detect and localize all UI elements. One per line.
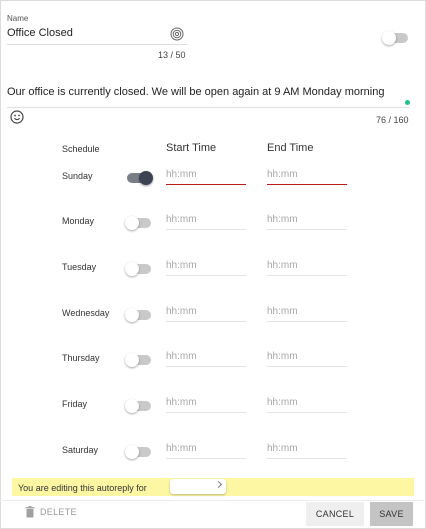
start-time-header: Start Time — [166, 142, 217, 154]
day-label: Wednesday — [62, 308, 110, 318]
message-input[interactable]: Our office is currently closed. We will … — [7, 86, 384, 98]
save-button[interactable]: SAVE — [370, 502, 413, 526]
start-time-underline — [166, 366, 246, 367]
start-time-underline — [166, 184, 246, 185]
end-time-underline — [267, 458, 347, 459]
day-enabled-toggle[interactable] — [125, 445, 151, 459]
start-time-input[interactable]: hh:mm — [166, 260, 197, 271]
day-enabled-toggle[interactable] — [125, 216, 151, 230]
trash-icon — [25, 506, 35, 518]
name-label: Name — [7, 14, 29, 23]
end-time-input[interactable]: hh:mm — [267, 351, 298, 362]
message-underline — [7, 107, 410, 108]
emoji-smile-icon[interactable] — [10, 110, 24, 124]
start-time-input[interactable]: hh:mm — [166, 214, 197, 225]
day-enabled-toggle[interactable] — [125, 308, 151, 322]
delete-label: DELETE — [40, 507, 77, 517]
end-time-underline — [267, 184, 347, 185]
day-label: Tuesday — [62, 262, 97, 272]
day-label: Thursday — [62, 353, 100, 363]
day-label: Monday — [62, 216, 95, 226]
end-time-underline — [267, 275, 347, 276]
end-time-underline — [267, 229, 347, 230]
status-dot — [405, 100, 410, 105]
end-time-input[interactable]: hh:mm — [267, 443, 298, 454]
end-time-input[interactable]: hh:mm — [267, 169, 298, 180]
name-input[interactable]: Office Closed — [7, 27, 73, 39]
cancel-button[interactable]: CANCEL — [306, 502, 364, 526]
day-enabled-toggle[interactable] — [125, 399, 151, 413]
end-time-input[interactable]: hh:mm — [267, 260, 298, 271]
autoreply-enabled-toggle[interactable] — [382, 31, 408, 45]
start-time-input[interactable]: hh:mm — [166, 351, 197, 362]
start-time-underline — [166, 321, 246, 322]
chevron-down-icon — [214, 480, 223, 489]
footer-divider — [0, 500, 424, 501]
banner-text: You are editing this autoreply for — [18, 483, 147, 493]
day-label: Friday — [62, 399, 88, 409]
end-time-input[interactable]: hh:mm — [267, 306, 298, 317]
end-time-underline — [267, 412, 347, 413]
start-time-input[interactable]: hh:mm — [166, 306, 197, 317]
start-time-underline — [166, 229, 246, 230]
start-time-underline — [166, 412, 246, 413]
name-counter: 13 / 50 — [158, 50, 186, 60]
end-time-input[interactable]: hh:mm — [267, 214, 298, 225]
fingerprint-icon[interactable] — [170, 27, 184, 41]
start-time-underline — [166, 458, 246, 459]
day-label: Saturday — [62, 445, 99, 455]
name-underline — [7, 44, 187, 45]
end-time-underline — [267, 321, 347, 322]
message-counter: 76 / 160 — [376, 115, 409, 125]
day-enabled-toggle[interactable] — [125, 262, 151, 276]
end-time-input[interactable]: hh:mm — [267, 397, 298, 408]
user-select-dropdown[interactable] — [170, 479, 226, 494]
delete-button[interactable]: DELETE — [25, 506, 77, 518]
day-label: Sunday — [62, 171, 93, 181]
day-enabled-toggle[interactable] — [127, 171, 153, 185]
editing-banner: You are editing this autoreply for — [12, 478, 414, 496]
day-enabled-toggle[interactable] — [125, 353, 151, 367]
start-time-input[interactable]: hh:mm — [166, 397, 197, 408]
start-time-underline — [166, 275, 246, 276]
start-time-input[interactable]: hh:mm — [166, 169, 197, 180]
end-time-underline — [267, 366, 347, 367]
end-time-header: End Time — [267, 142, 314, 154]
start-time-input[interactable]: hh:mm — [166, 443, 197, 454]
schedule-header: Schedule — [62, 144, 100, 154]
